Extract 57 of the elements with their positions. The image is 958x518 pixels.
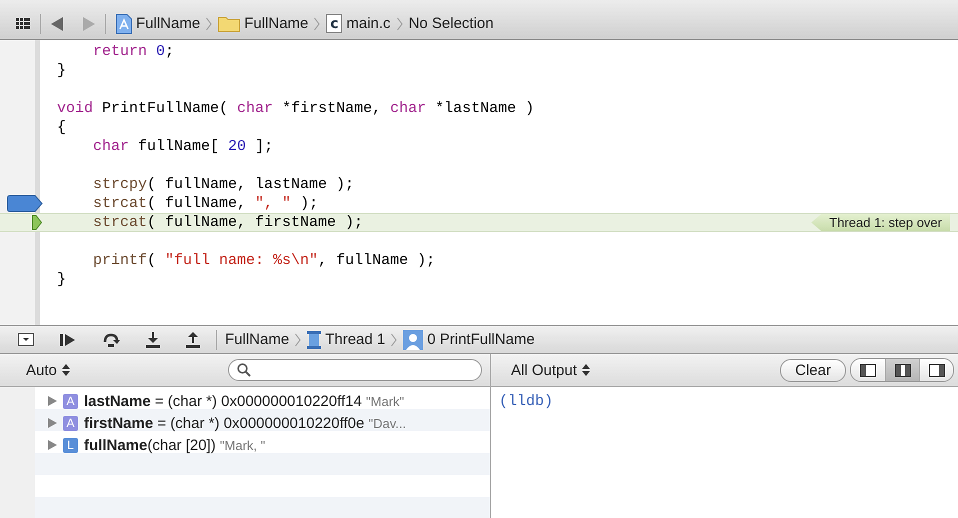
breadcrumb-item[interactable]: Thread 1 xyxy=(325,331,386,348)
continue-button[interactable] xyxy=(60,334,76,346)
code-line: strcpy( fullName, lastName ); xyxy=(92,176,354,193)
variable-entry[interactable]: firstName = (char *) 0x000000010220ff0e "Dav... xyxy=(84,414,406,432)
variable-entry[interactable]: fullName(char [20]) "Mark, " xyxy=(84,436,266,454)
chevron-icon xyxy=(396,16,403,30)
breadcrumb-item[interactable]: FullName xyxy=(244,15,308,32)
breakpoint-marker[interactable] xyxy=(7,195,43,212)
breadcrumb-item[interactable]: main.c xyxy=(346,15,391,32)
code-line: } xyxy=(56,271,66,288)
console-output: (lldb) xyxy=(498,392,554,412)
popup-arrows-icon xyxy=(62,364,70,376)
clear-button[interactable]: Clear xyxy=(780,358,846,382)
thread-spool-icon xyxy=(307,330,322,348)
variable-kind-badge: L xyxy=(63,438,78,452)
step-out-button[interactable] xyxy=(186,332,200,348)
variable-entry[interactable]: lastName = (char *) 0x000000010220ff14 "Mark" xyxy=(84,392,404,410)
chevron-icon xyxy=(314,16,320,30)
popup-arrows-icon xyxy=(582,364,590,376)
variable-kind-badge: A xyxy=(63,416,78,430)
search-field[interactable] xyxy=(228,359,482,381)
thread-label: Thread 1: step over xyxy=(811,214,950,231)
breadcrumb-item[interactable]: FullName xyxy=(136,15,200,32)
code-line: strcat( fullName, firstName ); xyxy=(92,214,364,231)
code-editor[interactable] xyxy=(0,40,958,326)
panel-layout-icon xyxy=(894,364,910,376)
grid-icon[interactable] xyxy=(16,18,30,30)
code-line: void PrintFullName( char *firstName, char *lastName ) xyxy=(56,100,534,117)
panel-layout-icon xyxy=(928,364,944,376)
breadcrumb-item[interactable]: FullName xyxy=(225,331,290,348)
view-toggle[interactable] xyxy=(885,359,919,381)
code-line: char fullName[ 20 ]; xyxy=(92,138,274,155)
code-line: strcat( fullName, ", " ); xyxy=(92,195,318,212)
chevron-icon xyxy=(295,332,302,346)
view-toggle[interactable] xyxy=(851,359,885,381)
c-file-icon: c xyxy=(326,14,342,33)
code-line: } xyxy=(56,62,66,79)
code-line: { xyxy=(56,119,66,136)
hide-debug-area-button[interactable] xyxy=(18,333,34,346)
panel-layout-icon xyxy=(860,364,876,376)
project-file-icon xyxy=(116,14,132,34)
view-toggle[interactable] xyxy=(919,359,953,381)
code-line: printf( "full name: %s\n", fullName ); xyxy=(92,252,436,269)
search-icon xyxy=(237,363,251,377)
code-line: return 0; xyxy=(92,43,174,60)
back-button[interactable] xyxy=(51,16,63,30)
folder-icon xyxy=(218,15,240,32)
scope-popup[interactable]: Auto xyxy=(26,362,70,378)
variable-kind-badge: A xyxy=(63,394,78,408)
breadcrumb-item[interactable]: No Selection xyxy=(408,15,494,32)
breadcrumb-item[interactable]: 0 PrintFullName xyxy=(427,331,535,348)
output-filter-popup[interactable]: All Output xyxy=(511,362,590,378)
step-into-button[interactable] xyxy=(146,332,160,348)
chevron-icon xyxy=(206,16,212,30)
chevron-icon xyxy=(391,332,398,346)
step-over-button[interactable] xyxy=(102,332,120,348)
person-frame-icon xyxy=(403,330,424,350)
